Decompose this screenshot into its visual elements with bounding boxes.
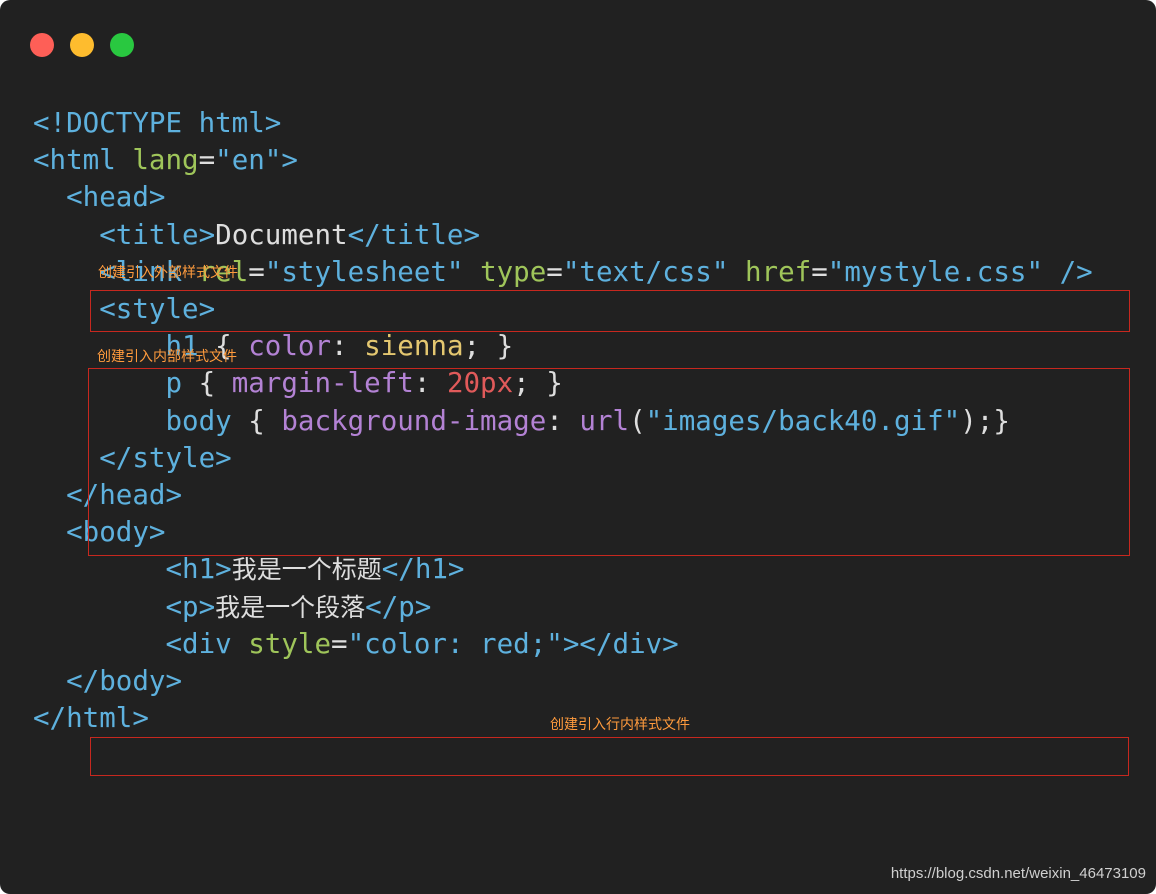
code-token: <title> (99, 218, 216, 251)
code-token: = (811, 255, 828, 288)
code-token: "color: red;" (347, 627, 563, 660)
code-token: ; } (463, 330, 514, 363)
code-token: "stylesheet" (264, 255, 464, 288)
code-token: Document (215, 218, 348, 251)
code-line: <head> (33, 179, 165, 215)
external-style-highlight (90, 290, 1130, 332)
code-token: = (248, 255, 265, 288)
code-token: style (248, 627, 332, 660)
code-line: <html lang="en"> (33, 142, 298, 178)
code-token: <html (33, 144, 133, 177)
code-token: <div (165, 627, 249, 660)
code-token: ></div> (562, 627, 679, 660)
code-token: </html> (33, 702, 149, 735)
code-token: = (546, 255, 563, 288)
code-token: </title> (347, 218, 481, 251)
code-token: > (281, 144, 298, 177)
code-window: <!DOCTYPE html> <html lang="en"> <head> <… (0, 0, 1156, 894)
code-token: </h1> (381, 553, 465, 586)
code-token: "en" (215, 144, 282, 177)
internal-style-note: 创建引入内部样式文件 (97, 349, 237, 365)
code-token: 我是一个段落 (215, 592, 366, 622)
code-token: href (745, 255, 812, 288)
code-token: sienna (364, 330, 464, 363)
code-token: <h1> (165, 553, 232, 586)
code-token: color (248, 330, 332, 363)
code-token: "text/css" (562, 255, 729, 288)
code-token: /> (1043, 255, 1093, 288)
code-token: = (198, 144, 216, 177)
code-token: = (331, 627, 348, 660)
code-line: <title>Document</title> (33, 217, 480, 253)
inline-style-note: 创建引入行内样式文件 (550, 717, 690, 733)
code-token: </body> (66, 665, 183, 697)
code-token: type (480, 255, 547, 288)
code-line: <p>我是一个段落</p> (33, 589, 431, 625)
code-token: 我是一个标题 (231, 555, 382, 585)
code-line: <div style="color: red;"></div> (33, 626, 679, 662)
code-token: lang (132, 144, 199, 177)
code-token: "mystyle.css" (827, 255, 1044, 288)
code-token: </p> (365, 590, 432, 623)
code-line: <!DOCTYPE html> (33, 105, 281, 141)
code-line: <h1>我是一个标题</h1> (33, 551, 465, 587)
external-style-note: 创建引入外部样式文件 (98, 265, 238, 281)
code-line: </body> (33, 663, 182, 699)
code-token: <p> (165, 590, 216, 623)
inline-style-highlight (90, 737, 1129, 776)
code-token: : (331, 330, 365, 363)
code-token: <!DOCTYPE html> (33, 107, 282, 139)
code-token: <head> (66, 181, 166, 214)
code-line: </html> (33, 700, 149, 736)
watermark: https://blog.csdn.net/weixin_46473109 (890, 865, 1146, 882)
internal-style-highlight (88, 368, 1130, 556)
